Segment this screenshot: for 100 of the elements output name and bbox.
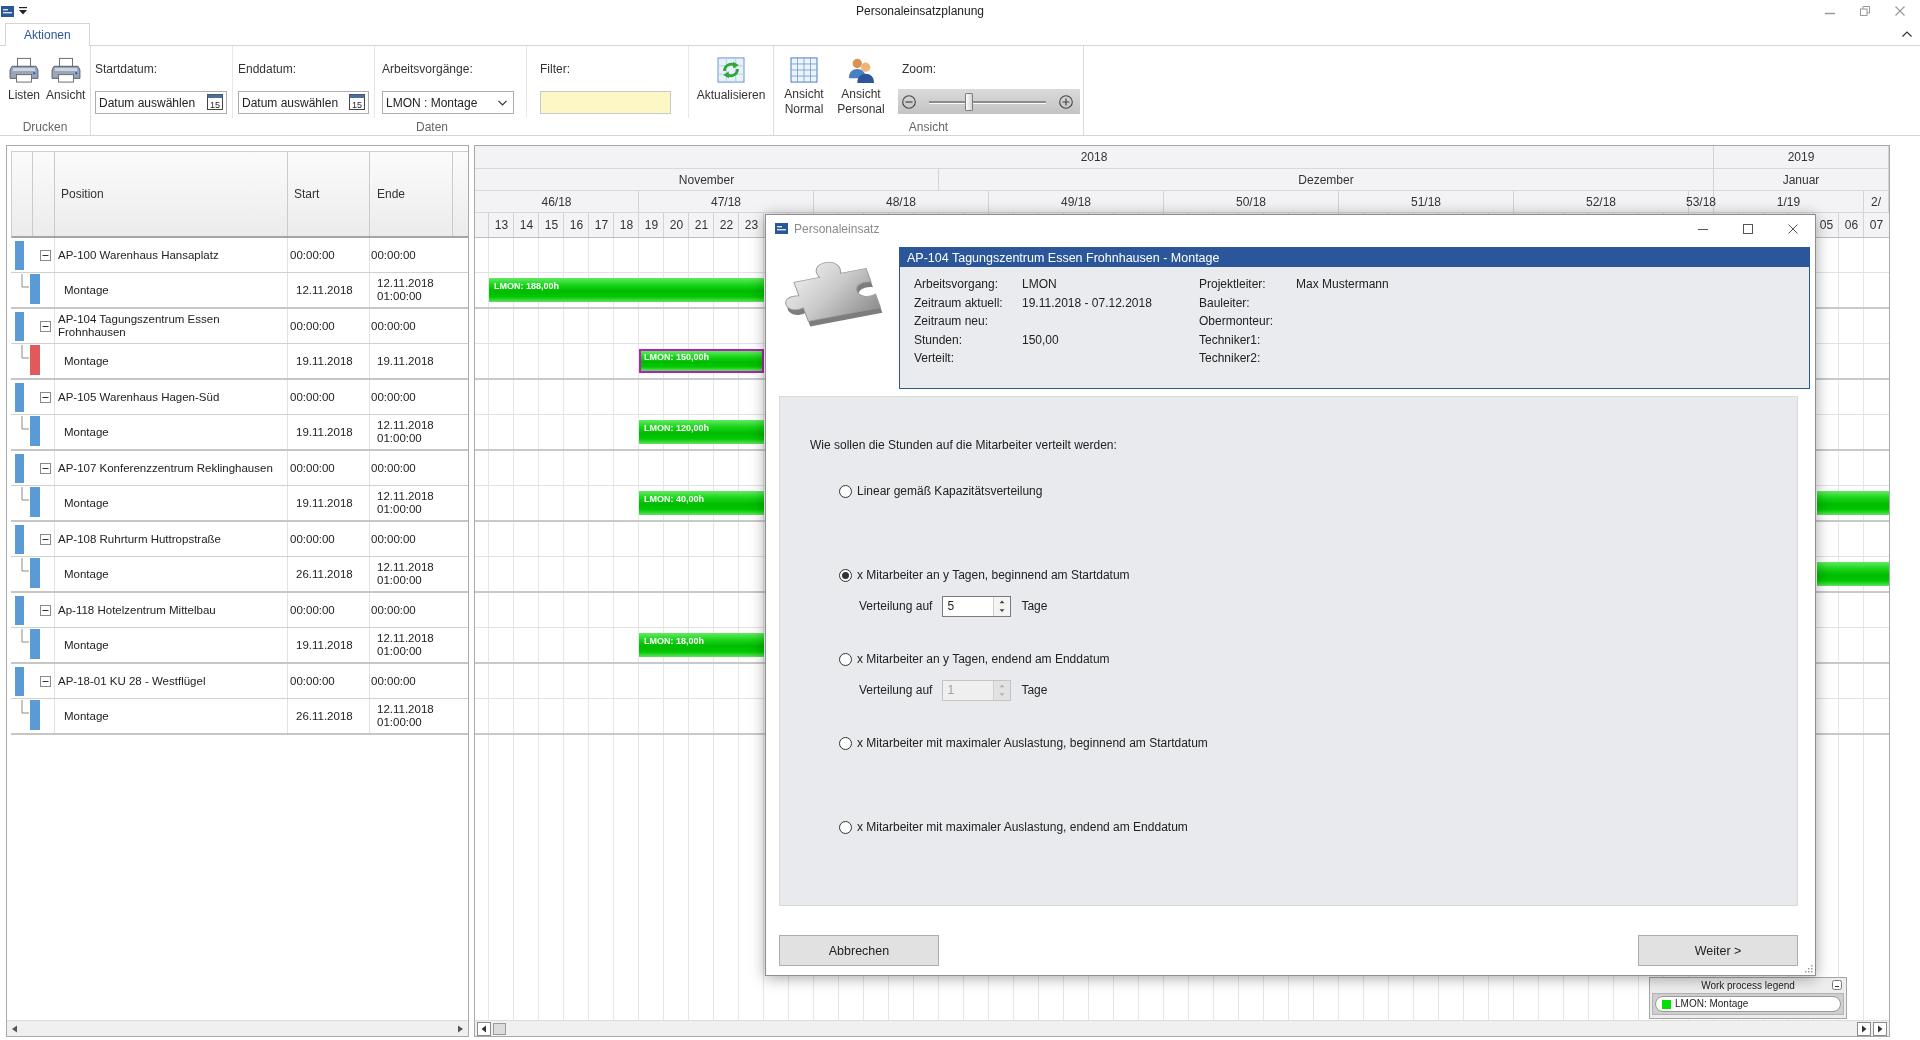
week-label: 49/18 xyxy=(1061,194,1091,209)
collapse-icon[interactable] xyxy=(40,533,51,545)
info-label: Projektleiter: xyxy=(1199,277,1266,292)
radio-button[interactable] xyxy=(839,820,852,834)
table-cell: 00:00:00 xyxy=(287,522,369,556)
number-field[interactable]: 5 xyxy=(942,595,1012,617)
legend-title: Work process legend xyxy=(1701,979,1795,992)
week-label: 1/19 xyxy=(1776,194,1801,209)
info-label: Techniker1: xyxy=(1199,332,1261,347)
tree-connector-icon xyxy=(21,345,29,359)
resize-grip-icon[interactable] xyxy=(1804,964,1813,973)
info-label: Bauleiter: xyxy=(1199,295,1250,310)
table-cell: 00:00:00 xyxy=(287,309,369,343)
column-header[interactable]: Ende xyxy=(377,187,406,201)
scrollbar-thumb[interactable] xyxy=(493,1022,506,1035)
table-cell: 00:00:00 xyxy=(287,451,369,485)
table-cell: AP-104 Tagungszentrum Essen Frohnhausen xyxy=(54,309,287,343)
day-label: 21 xyxy=(694,218,709,232)
scroll-left-icon[interactable] xyxy=(477,1021,491,1036)
collapse-icon[interactable] xyxy=(40,391,51,403)
cancel-button[interactable]: Abbrechen xyxy=(779,935,939,966)
scroll-right-icon[interactable] xyxy=(1857,1021,1871,1036)
day-label: 13 xyxy=(494,218,509,232)
tree-connector-icon xyxy=(21,274,29,288)
table-cell: 12.11.2018 xyxy=(287,273,369,307)
filter-field[interactable] xyxy=(540,91,671,114)
collapse-icon[interactable] xyxy=(40,675,51,687)
chevron-up-icon[interactable] xyxy=(1902,30,1912,37)
info-label: Verteilt: xyxy=(914,351,955,366)
table-cell: Montage xyxy=(54,557,287,591)
table-cell: 26.11.2018 xyxy=(287,557,369,591)
horizontal-scrollbar[interactable] xyxy=(475,1020,1889,1036)
table-cell: 19.11.2018 xyxy=(369,344,452,378)
maximize-icon[interactable] xyxy=(1742,223,1753,234)
info-value: Max Mustermann xyxy=(1296,277,1389,292)
scroll-right-icon[interactable] xyxy=(457,1024,464,1033)
group-label: Ansicht xyxy=(908,119,949,134)
week-label: 2/ xyxy=(1871,194,1881,209)
table-cell: 26.11.2018 xyxy=(287,699,369,733)
table-cell: 19.11.2018 xyxy=(287,486,369,520)
info-label: Techniker2: xyxy=(1199,351,1261,366)
radio-button[interactable] xyxy=(839,736,852,750)
restore-icon[interactable] xyxy=(1860,6,1870,16)
option-label[interactable]: Linear gemäß Kapazitätsverteilung xyxy=(857,484,1043,498)
info-label: Stunden: xyxy=(914,332,963,347)
print-lists-button[interactable]: Listen xyxy=(6,46,43,118)
column-header[interactable]: Position xyxy=(61,187,104,201)
field-label: Arbeitsvorgänge: xyxy=(382,62,473,76)
option-label[interactable]: x Mitarbeiter mit maximaler Auslastung, endend am Enddatum xyxy=(857,820,1188,834)
normal-view-button[interactable]: Ansicht Normal xyxy=(780,46,828,118)
table-cell: 12.11.2018 01:00:00 xyxy=(369,699,452,733)
option-label[interactable]: x Mitarbeiter mit maximaler Auslastung, beginnend am Startdatum xyxy=(857,736,1208,750)
table-cell: 12.11.2018 01:00:00 xyxy=(369,628,452,662)
next-button[interactable]: Weiter > xyxy=(1638,935,1798,966)
calendar-icon[interactable]: 15 xyxy=(349,94,365,110)
calendar-icon[interactable]: 15 xyxy=(207,94,223,110)
zoom-in-icon[interactable] xyxy=(1059,94,1073,109)
scroll-right-icon[interactable] xyxy=(1873,1021,1887,1036)
table-cell: 00:00:00 xyxy=(369,593,452,627)
print-preview-button[interactable]: Ansicht xyxy=(44,46,88,118)
collapse-icon[interactable] xyxy=(40,320,51,332)
option-label[interactable]: x Mitarbeiter an y Tagen, beginnend am Startdatum xyxy=(857,568,1130,582)
refresh-button[interactable]: Aktualisieren xyxy=(689,46,773,118)
day-label: 15 xyxy=(544,218,559,232)
day-label: 16 xyxy=(569,218,584,232)
close-icon[interactable] xyxy=(1787,223,1798,234)
app-icon xyxy=(775,223,788,234)
collapse-icon[interactable] xyxy=(40,604,51,616)
radio-button[interactable] xyxy=(839,568,852,582)
field-label: Startdatum: xyxy=(95,62,158,76)
collapse-icon[interactable] xyxy=(1832,980,1842,990)
info-value: 150,00 xyxy=(1022,332,1059,347)
table-cell: Montage xyxy=(54,486,287,520)
collapse-icon[interactable] xyxy=(40,462,51,474)
week-label: 52/18 xyxy=(1586,194,1616,209)
legend-label: LMON: Montage xyxy=(1675,998,1749,1010)
dropdown[interactable]: LMON : Montage xyxy=(382,91,514,114)
week-label: 53/18 xyxy=(1686,194,1716,209)
week-label: 50/18 xyxy=(1236,194,1266,209)
table-cell: 12.11.2018 01:00:00 xyxy=(369,273,452,307)
month-label: Januar xyxy=(1782,172,1820,187)
caret-down-icon[interactable] xyxy=(19,7,27,15)
radio-button[interactable] xyxy=(839,484,852,498)
collapse-icon[interactable] xyxy=(40,249,51,261)
staff-view-button[interactable]: Ansicht Personal xyxy=(832,46,890,118)
zoom-out-icon[interactable] xyxy=(902,94,916,109)
info-heading: AP-104 Tagungszentrum Essen Frohnhausen - Montage xyxy=(900,248,1809,267)
horizontal-scrollbar[interactable] xyxy=(7,1020,468,1036)
option-label[interactable]: x Mitarbeiter an y Tagen, endend am Enddatum xyxy=(857,652,1110,666)
week-label: 47/18 xyxy=(711,194,741,209)
app-icon[interactable] xyxy=(1,5,14,17)
table-cell: 12.11.2018 01:00:00 xyxy=(369,486,452,520)
ribbon-tab[interactable]: Aktionen xyxy=(5,23,90,46)
slider-thumb[interactable] xyxy=(964,92,973,111)
radio-button[interactable] xyxy=(839,652,852,666)
legend-item[interactable]: LMON: Montage xyxy=(1655,996,1841,1012)
dialog-title: Personaleinsatz xyxy=(794,221,880,236)
field-label: Filter: xyxy=(540,62,570,76)
column-header[interactable]: Start xyxy=(294,187,320,201)
scroll-left-icon[interactable] xyxy=(11,1024,18,1033)
